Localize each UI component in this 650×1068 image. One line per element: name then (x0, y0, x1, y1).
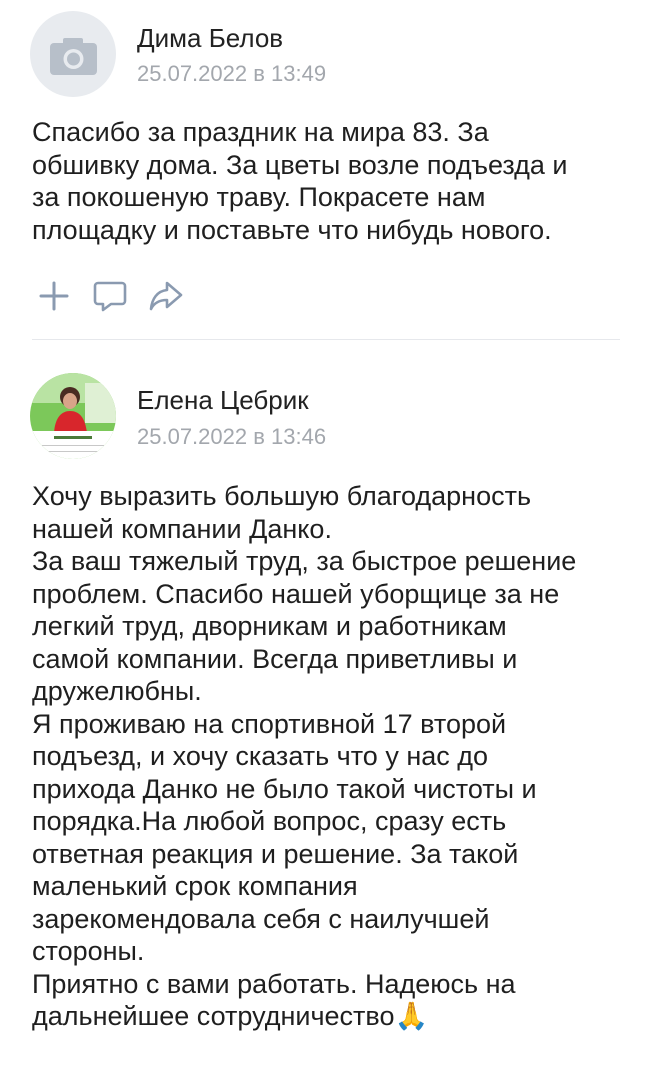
post-date[interactable]: 25.07.2022 в 13:46 (137, 424, 326, 450)
comment-button[interactable] (90, 276, 130, 316)
post-date[interactable]: 25.07.2022 в 13:49 (137, 61, 326, 87)
share-button[interactable] (146, 276, 186, 316)
plus-icon (39, 281, 69, 311)
post-2: Елена Цебрик 25.07.2022 в 13:46 Хочу выр… (0, 340, 650, 1068)
author-photo (30, 373, 116, 459)
post-text: Спасибо за праздник на мира 83. За обшив… (32, 117, 568, 245)
author-name[interactable]: Дима Белов (137, 23, 283, 53)
author-avatar[interactable] (30, 11, 116, 97)
post-1: Дима Белов 25.07.2022 в 13:49 Спасибо за… (0, 0, 650, 340)
share-icon (149, 281, 183, 311)
post-actions (34, 276, 202, 316)
camera-icon (50, 38, 97, 75)
post-text: Хочу выразить большую благодарность наше… (32, 481, 577, 1031)
author-name[interactable]: Елена Цебрик (137, 385, 309, 415)
author-avatar[interactable] (30, 373, 116, 459)
add-button[interactable] (34, 276, 74, 316)
comment-icon (93, 281, 127, 312)
